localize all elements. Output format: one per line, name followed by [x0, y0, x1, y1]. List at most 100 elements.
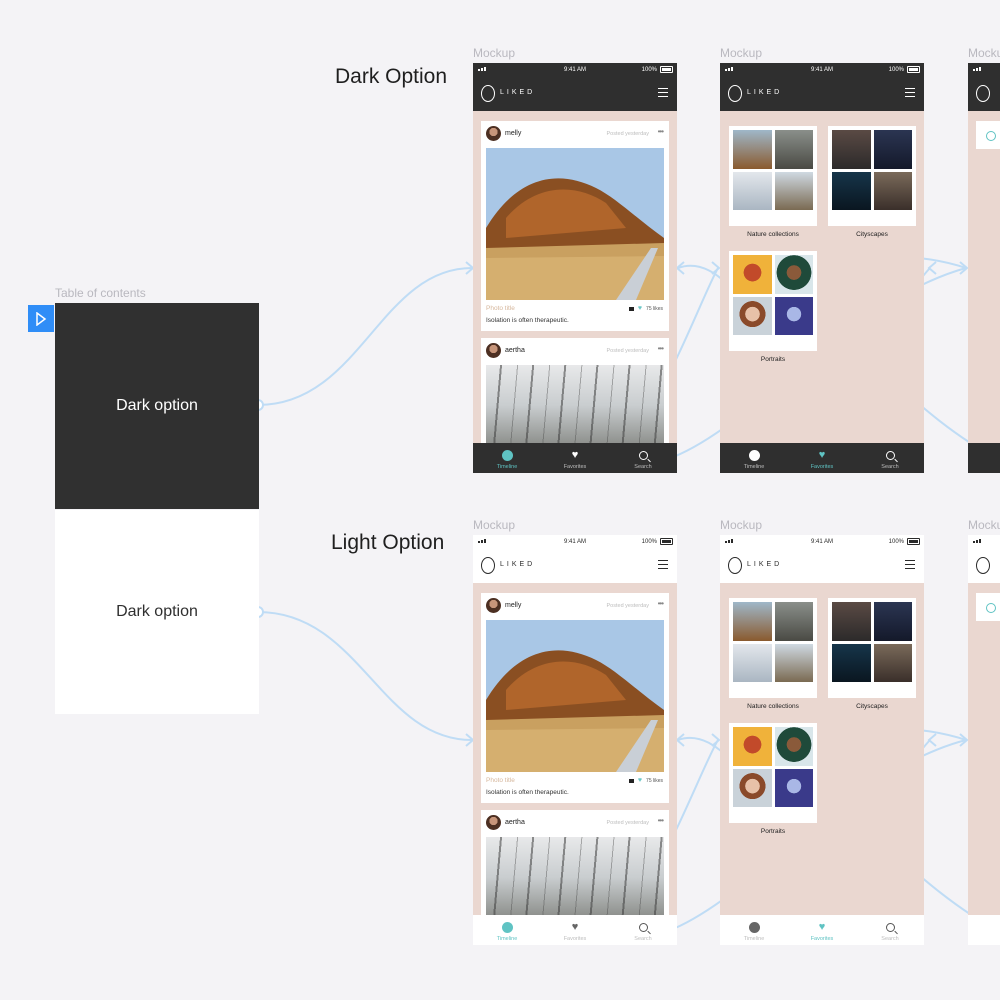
clock-icon	[748, 922, 760, 933]
search-icon	[986, 603, 996, 613]
post-user[interactable]: melly	[505, 130, 521, 137]
search-icon	[638, 923, 648, 932]
post-caption: Isolation is often therapeutic.	[486, 317, 569, 324]
more-icon[interactable]: •••	[658, 344, 664, 353]
comment-icon[interactable]	[628, 778, 634, 783]
collection-card-cityscapes[interactable]	[828, 126, 916, 226]
signal-icon	[973, 67, 981, 71]
more-icon[interactable]: •••	[658, 599, 664, 608]
logo-icon	[481, 557, 495, 574]
post-time: Posted yesterday	[606, 348, 650, 354]
post-title: Photo title	[486, 305, 515, 312]
post-photo[interactable]	[486, 365, 664, 455]
collection-card-portraits[interactable]	[729, 723, 817, 823]
heart-icon: ♥	[571, 449, 579, 461]
app-bar: LIKED	[720, 77, 924, 111]
app-bar: LIKED	[473, 549, 677, 583]
avatar[interactable]	[486, 126, 501, 141]
post-user[interactable]: melly	[505, 602, 521, 609]
play-button[interactable]	[28, 305, 54, 332]
toc-card-dark[interactable]: Dark option	[55, 303, 259, 509]
battery-icon	[660, 66, 673, 73]
tab-favorites[interactable]: ♥ Favorites	[788, 915, 856, 945]
comment-icon[interactable]	[628, 306, 634, 311]
post-card[interactable]: melly Posted yesterday ••• Photo title I…	[481, 593, 669, 803]
logo-icon	[728, 557, 742, 574]
avatar[interactable]	[486, 815, 501, 830]
tab-bar: Timeline ♥ Favorites Search	[473, 915, 677, 945]
post-caption: Isolation is often therapeutic.	[486, 789, 569, 796]
avatar[interactable]	[486, 343, 501, 358]
heart-icon[interactable]: ♥	[638, 777, 642, 784]
status-bar: 9:41 AM 100%	[473, 63, 677, 77]
post-time: Posted yesterday	[606, 603, 650, 609]
tab-timeline[interactable]: Timeline	[473, 443, 541, 473]
post-user[interactable]: aertha	[505, 819, 525, 826]
brand-name: LIKED	[747, 89, 783, 96]
frame-label: Mockup	[473, 46, 516, 60]
logo-icon	[976, 557, 990, 574]
tab-bar: Timeline ♥ Favorites Search	[473, 443, 677, 473]
heart-icon: ♥	[571, 921, 579, 933]
avatar[interactable]	[486, 598, 501, 613]
tab-timeline[interactable]: Timeline	[473, 915, 541, 945]
post-user[interactable]: aertha	[505, 347, 525, 354]
menu-icon[interactable]	[658, 560, 668, 570]
post-time: Posted yesterday	[606, 820, 650, 826]
collection-card-nature[interactable]	[729, 598, 817, 698]
brand-name: LIKED	[500, 561, 536, 568]
toc-card-light[interactable]: Dark option	[55, 510, 259, 714]
collection-card-portraits[interactable]	[729, 251, 817, 351]
tab-bar: Timeline ♥ Favorites Search	[720, 915, 924, 945]
menu-icon[interactable]	[658, 88, 668, 98]
tab-favorites[interactable]: ♥ Favorites	[541, 443, 609, 473]
dark-favorites-screen: 9:41 AM 100% LIKED Nature collections Ci…	[720, 63, 924, 473]
battery-label: 100%	[641, 66, 657, 73]
tab-search[interactable]: Search	[609, 443, 677, 473]
collection-card-cityscapes[interactable]	[828, 598, 916, 698]
post-card[interactable]: melly Posted yesterday ••• Photo title I…	[481, 121, 669, 331]
more-icon[interactable]: •••	[658, 127, 664, 136]
app-bar: LIKED	[473, 77, 677, 111]
tab-search[interactable]: Search	[856, 915, 924, 945]
brand-name: LIKED	[747, 561, 783, 568]
frame-label: Mockup	[473, 518, 516, 532]
frame-label: Mockup	[968, 518, 1000, 532]
status-time: 9:41 AM	[563, 67, 586, 73]
like-count: 75 likes	[646, 305, 663, 312]
more-icon[interactable]: •••	[658, 816, 664, 825]
heart-icon: ♥	[818, 921, 826, 933]
collection-card-nature[interactable]	[729, 126, 817, 226]
toc-card-light-label: Dark option	[116, 603, 198, 620]
brand-name: LIKED	[500, 89, 536, 96]
clock-icon	[501, 922, 513, 933]
tab-favorites[interactable]: ♥ Favorites	[788, 443, 856, 473]
post-photo[interactable]	[486, 148, 664, 300]
post-title: Photo title	[486, 777, 515, 784]
status-bar: 9:41 AM 100%	[720, 63, 924, 77]
light-favorites-screen: 9:41 AM 100% LIKED Nature collections Ci…	[720, 535, 924, 945]
battery-label: 100%	[888, 66, 904, 73]
dark-section-label: Dark Option	[335, 65, 448, 88]
toc-title: Table of contents	[55, 286, 146, 300]
post-photo[interactable]	[486, 620, 664, 772]
frame-label: Mockup	[720, 46, 763, 60]
search-icon	[638, 451, 648, 460]
post-photo[interactable]	[486, 837, 664, 927]
light-search-screen	[968, 535, 1000, 945]
light-section-label: Light Option	[331, 531, 445, 554]
tab-timeline[interactable]: Timeline	[720, 915, 788, 945]
like-count: 75 likes	[646, 777, 663, 784]
status-time: 9:41 AM	[810, 67, 833, 73]
toc-card-dark-label: Dark option	[116, 397, 198, 414]
tab-search[interactable]: Search	[856, 443, 924, 473]
tab-timeline[interactable]: Timeline	[720, 443, 788, 473]
tab-favorites[interactable]: ♥ Favorites	[541, 915, 609, 945]
logo-icon	[976, 85, 990, 102]
heart-icon[interactable]: ♥	[638, 305, 642, 312]
menu-icon[interactable]	[905, 88, 915, 98]
dark-timeline-screen: 9:41 AM 100% LIKED melly Posted yesterda…	[473, 63, 677, 473]
signal-icon	[725, 539, 733, 543]
menu-icon[interactable]	[905, 560, 915, 570]
tab-search[interactable]: Search	[609, 915, 677, 945]
